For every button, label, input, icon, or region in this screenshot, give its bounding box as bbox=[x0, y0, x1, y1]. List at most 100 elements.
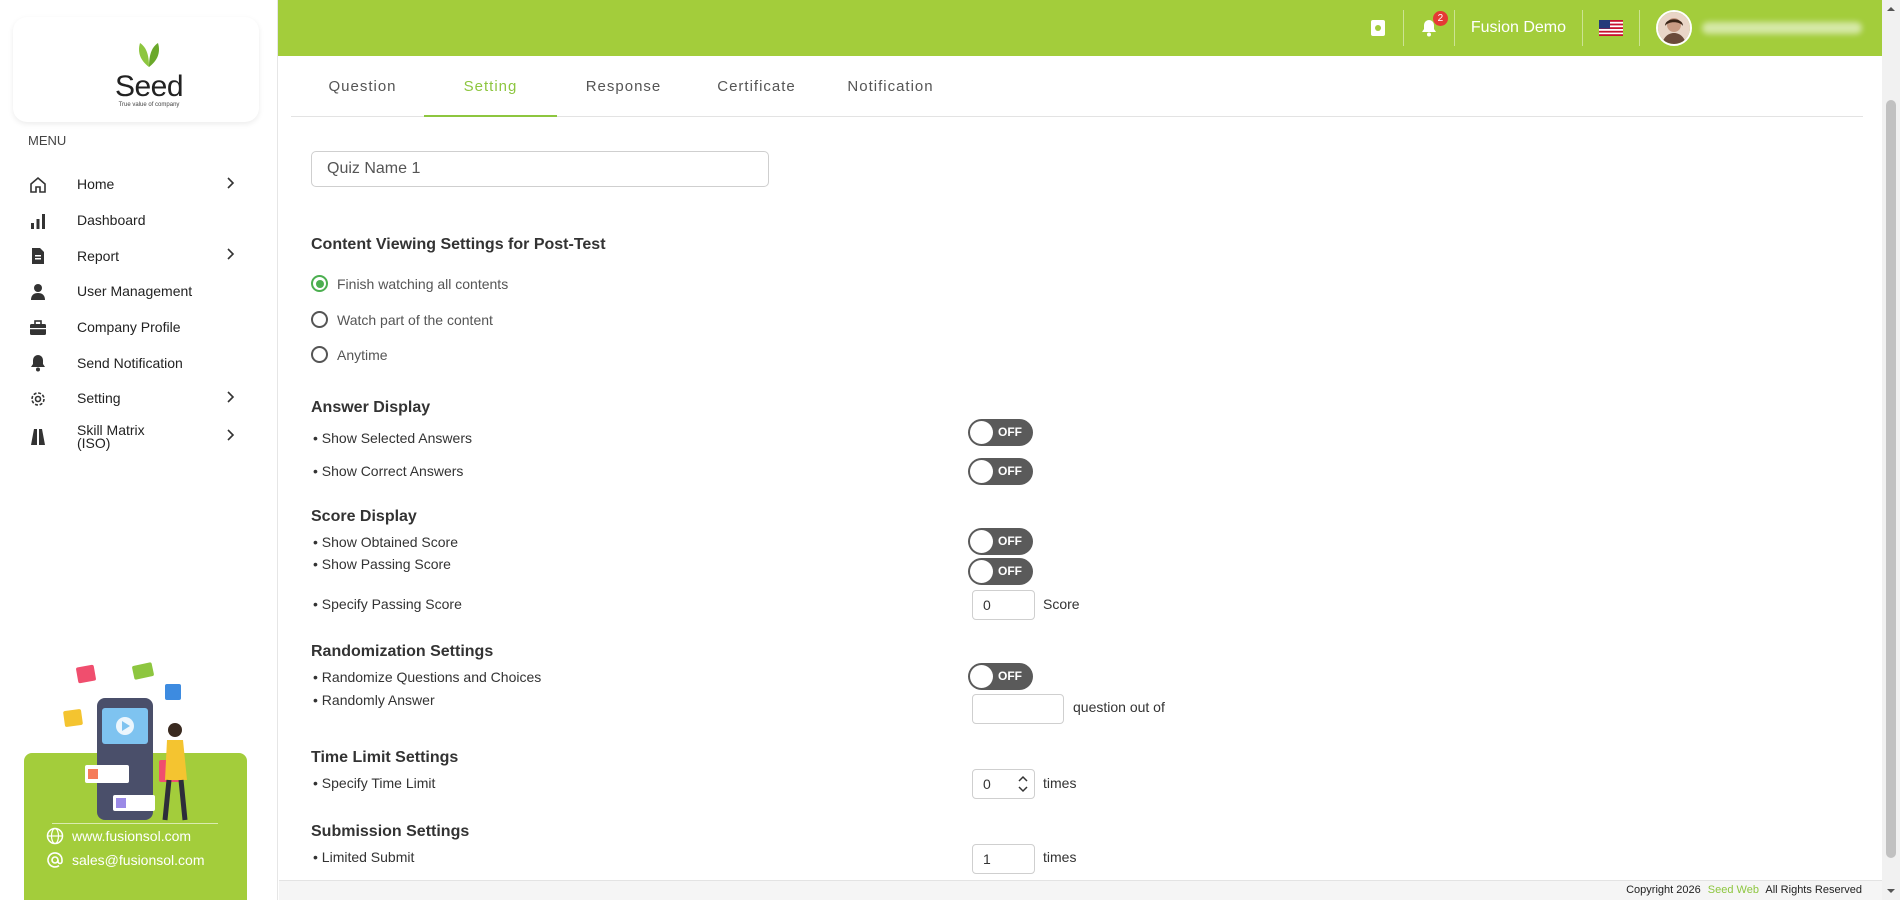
scroll-down-arrow-icon[interactable] bbox=[1886, 886, 1896, 896]
sidebar-item-label: User Management bbox=[77, 283, 193, 300]
chevron-right-icon bbox=[227, 247, 235, 265]
sidebar-item-label: Home bbox=[77, 176, 115, 193]
sidebar-item-label: Company Profile bbox=[77, 319, 181, 336]
footer-brand-link[interactable]: Seed Web bbox=[1708, 884, 1759, 896]
show-selected-answers-toggle[interactable]: OFF bbox=[968, 419, 1033, 446]
seed-logo[interactable]: Seed True value of company bbox=[99, 39, 199, 108]
sidebar-item-label: Report bbox=[77, 247, 120, 264]
tab-question[interactable]: Question bbox=[296, 71, 429, 117]
promo-divider bbox=[52, 823, 218, 824]
sidebar-item-label: Skill Matrix (ISO) bbox=[77, 421, 145, 451]
website-text: www.fusionsol.com bbox=[72, 828, 192, 844]
radio-anytime[interactable]: Anytime bbox=[311, 346, 388, 363]
bell-icon bbox=[28, 353, 48, 373]
toggle-knob bbox=[970, 560, 993, 583]
logo-word: Seed bbox=[114, 70, 184, 103]
person-icon bbox=[28, 282, 48, 302]
radio-label: Anytime bbox=[337, 346, 388, 363]
radio-label: Watch part of the content bbox=[337, 311, 493, 328]
sidebar-item-company-profile[interactable]: Company Profile bbox=[0, 310, 278, 346]
sidebar-item-send-notification[interactable]: Send Notification bbox=[0, 345, 278, 381]
randomly-answer-label: • Randomly Answer bbox=[313, 692, 435, 708]
road-icon bbox=[28, 427, 48, 447]
quiz-name-input[interactable] bbox=[311, 151, 769, 187]
limited-submit-input[interactable] bbox=[972, 844, 1035, 874]
passing-score-input[interactable] bbox=[972, 590, 1035, 620]
sidebar-menu: Home Dashboard Report User Management Co… bbox=[0, 167, 278, 457]
randomize-questions-toggle[interactable]: OFF bbox=[968, 663, 1033, 690]
tab-notification[interactable]: Notification bbox=[824, 71, 957, 117]
show-obtained-score-toggle[interactable]: OFF bbox=[968, 528, 1033, 555]
show-passing-score-toggle[interactable]: OFF bbox=[968, 558, 1033, 585]
submission-title: Submission Settings bbox=[311, 823, 470, 840]
toggle-knob bbox=[970, 530, 993, 553]
show-selected-answers-label: • Show Selected Answers bbox=[313, 430, 472, 446]
passing-score-suffix: Score bbox=[1043, 596, 1080, 612]
toggle-state: OFF bbox=[998, 669, 1022, 683]
randomization-title: Randomization Settings bbox=[311, 643, 494, 660]
randomly-answer-input[interactable] bbox=[972, 694, 1064, 724]
limited-submit-suffix: times bbox=[1043, 849, 1077, 865]
scrollbar-thumb[interactable] bbox=[1886, 100, 1896, 858]
rights-text: All Rights Reserved bbox=[1765, 884, 1862, 896]
tab-bar: Question Setting Response Certificate No… bbox=[291, 71, 1863, 117]
radio-finish-watching[interactable]: Finish watching all contents bbox=[311, 275, 508, 292]
randomize-questions-label: • Randomize Questions and Choices bbox=[313, 669, 542, 685]
show-correct-answers-toggle[interactable]: OFF bbox=[968, 458, 1033, 485]
sidebar-item-label: Setting bbox=[77, 390, 121, 407]
limited-submit-label: • Limited Submit bbox=[313, 849, 415, 865]
top-bar: 2 Fusion Demo bbox=[0, 0, 1882, 56]
spinner-arrows-icon[interactable] bbox=[1017, 773, 1029, 795]
page-scrollbar[interactable] bbox=[1882, 0, 1900, 900]
toggle-state: OFF bbox=[998, 564, 1022, 578]
toggle-state: OFF bbox=[998, 534, 1022, 548]
bar-chart-icon bbox=[28, 211, 48, 231]
home-icon bbox=[28, 175, 48, 195]
sidebar-item-user-management[interactable]: User Management bbox=[0, 274, 278, 310]
us-flag-icon[interactable] bbox=[1599, 20, 1623, 36]
sidebar-item-label: Dashboard bbox=[77, 212, 146, 229]
shortcut-icon[interactable] bbox=[1369, 19, 1387, 37]
promo-panel: www.fusionsol.com sales@fusionsol.com bbox=[24, 655, 247, 900]
divider bbox=[1402, 10, 1404, 46]
tab-certificate[interactable]: Certificate bbox=[690, 71, 823, 117]
radio-label: Finish watching all contents bbox=[337, 275, 509, 292]
notification-bell-icon[interactable]: 2 bbox=[1420, 11, 1448, 37]
sidebar-item-report[interactable]: Report bbox=[0, 238, 278, 274]
email-text: sales@fusionsol.com bbox=[72, 852, 205, 868]
chevron-right-icon bbox=[227, 428, 235, 446]
show-passing-score-label: • Show Passing Score bbox=[313, 556, 451, 572]
document-icon bbox=[28, 246, 48, 266]
user-name[interactable]: Fusion Demo bbox=[1471, 19, 1566, 37]
radio-button[interactable] bbox=[311, 311, 328, 328]
time-limit-suffix: times bbox=[1043, 775, 1077, 791]
sidebar-item-setting[interactable]: Setting bbox=[0, 381, 278, 417]
chevron-right-icon bbox=[227, 390, 235, 408]
blurred-account-name bbox=[1702, 22, 1862, 34]
sidebar-item-skill-matrix[interactable]: Skill Matrix (ISO) bbox=[0, 417, 278, 457]
logo-card: Seed True value of company bbox=[13, 17, 259, 122]
tab-response[interactable]: Response bbox=[557, 71, 690, 117]
time-limit-stepper[interactable] bbox=[972, 769, 1035, 799]
notification-count-badge: 2 bbox=[1432, 11, 1448, 26]
divider bbox=[1582, 10, 1583, 46]
score-display-title: Score Display bbox=[311, 508, 417, 525]
website-link[interactable]: www.fusionsol.com bbox=[46, 827, 191, 845]
tab-setting[interactable]: Setting bbox=[424, 71, 557, 117]
toggle-knob bbox=[970, 665, 993, 688]
main-content: Question Setting Response Certificate No… bbox=[291, 56, 1863, 880]
email-link[interactable]: sales@fusionsol.com bbox=[46, 851, 205, 869]
time-limit-title: Time Limit Settings bbox=[311, 749, 459, 766]
avatar[interactable] bbox=[1656, 10, 1692, 46]
scroll-up-arrow-icon[interactable] bbox=[1886, 4, 1896, 14]
footer: Copyright 2026 Seed Web All Rights Reser… bbox=[279, 880, 1882, 900]
radio-button-checked[interactable] bbox=[311, 275, 328, 292]
divider bbox=[1453, 10, 1455, 46]
radio-button[interactable] bbox=[311, 346, 328, 363]
sidebar-item-dashboard[interactable]: Dashboard bbox=[0, 203, 278, 239]
specify-time-limit-label: • Specify Time Limit bbox=[313, 775, 436, 791]
logo-tagline: True value of company bbox=[118, 102, 180, 108]
sidebar-item-home[interactable]: Home bbox=[0, 167, 278, 203]
radio-watch-part[interactable]: Watch part of the content bbox=[311, 311, 493, 328]
at-sign-icon bbox=[47, 852, 63, 868]
